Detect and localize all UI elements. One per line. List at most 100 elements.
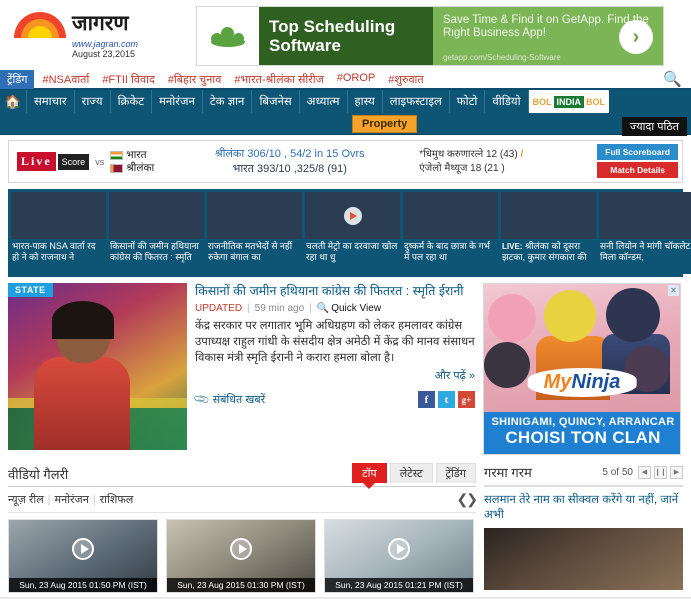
hot-news-title: गरमा गरम — [484, 465, 532, 480]
lead-figure — [34, 301, 130, 450]
trending-item[interactable]: #बिहार चुनाव — [168, 72, 222, 87]
play-icon[interactable] — [343, 206, 362, 225]
main-navigation: 🏠 समाचार राज्य क्रिकेट मनोरंजन टेक ज्ञान… — [0, 90, 691, 113]
trending-item[interactable]: #FTII विवाद — [102, 72, 155, 87]
trending-item[interactable]: #शुरुवात — [388, 72, 423, 87]
paperclip-icon: 📎 — [193, 391, 212, 409]
page-root: जागरण www.jagran.com August 23,2015 Top … — [0, 0, 691, 599]
lead-article: किसानों की जमीन हथियाना कांग्रेस की फितर… — [193, 283, 475, 455]
nav-item-tech[interactable]: टेक ज्ञान — [201, 90, 252, 113]
article-title[interactable]: किसानों की जमीन हथियाना कांग्रेस की फितर… — [195, 283, 475, 299]
bol-india-bol-logo[interactable]: BOL INDIA BOL — [527, 90, 610, 113]
nav-item-lifestyle[interactable]: लाइफस्टाइल — [381, 90, 449, 113]
trending-item[interactable]: #NSAवार्ता — [42, 72, 89, 87]
ad-body-block: Save Time & Find it on GetApp. Find the … — [433, 7, 663, 65]
news-thumbnail[interactable]: चलती मेट्रो का दरवाजा खोल रहा था धु — [305, 192, 400, 274]
video-gallery-subnav: न्यूज़ रील | मनोरंजन | राशिफल ❮❯ — [8, 487, 478, 513]
trending-item[interactable]: #OROP — [337, 72, 376, 87]
nav-item-adhyatm[interactable]: अध्यात्म — [298, 90, 347, 113]
news-thumbnail[interactable]: दुष्कर्म के बाद छात्रा के गर्भ में पल रह… — [403, 192, 498, 274]
play-icon[interactable] — [230, 537, 252, 560]
batsman-2: एंजेलो मैथ्यूज 18 (21 ) — [419, 162, 505, 174]
nav-item-samachar[interactable]: समाचार — [26, 90, 74, 113]
play-icon[interactable] — [72, 537, 94, 560]
google-plus-icon[interactable]: g+ — [458, 391, 475, 408]
thumbnail-caption: चलती मेट्रो का दरवाजा खोल रहा था धु — [306, 241, 398, 262]
tab-top[interactable]: टॉप — [352, 463, 387, 483]
chevron-right-icon[interactable]: ❯ — [466, 491, 478, 507]
team-2-name: श्रीलंका — [126, 161, 155, 174]
thumbnail-image — [501, 192, 596, 239]
meta-separator: | — [309, 303, 312, 314]
india-flag-icon — [110, 150, 124, 160]
team-1-name: भारत — [126, 148, 147, 161]
property-button[interactable]: Property — [352, 115, 418, 133]
trending-item[interactable]: #भारत-श्रीलंका सीरीज — [234, 72, 323, 87]
news-thumbnail[interactable]: LIVE: श्रीलंका को दूसरा झटका, कुमार संगक… — [501, 192, 596, 274]
next-icon[interactable]: ▶ — [670, 465, 683, 479]
play-icon[interactable] — [388, 537, 410, 560]
score-label: Score — [57, 153, 90, 170]
subnav-rashifal[interactable]: राशिफल — [100, 494, 134, 506]
nav-item-hasya[interactable]: हास्य — [346, 90, 382, 113]
bottom-row: वीडियो गैलरी टॉप लेटेस्ट ट्रेंडिंग न्यूज… — [8, 463, 683, 593]
nav-item-cricket[interactable]: क्रिकेट — [109, 90, 151, 113]
news-thumbnail[interactable]: राजनीतिक मतभेदों से नहीं रुकेगा बंगाल का — [207, 192, 302, 274]
nav-item-business[interactable]: बिजनेस — [251, 90, 298, 113]
video-card[interactable]: Sun, 23 Aug 2015 01:21 PM (IST) — [324, 519, 474, 593]
jagran-sunburst-icon — [14, 8, 66, 38]
nav-item-manoranjan[interactable]: मनोरंजन — [151, 90, 202, 113]
match-details-button[interactable]: Match Details — [597, 162, 678, 178]
news-thumbnail[interactable]: सनी लियोन ने मांगी चॉकलेट, मिला कॉन्डम, — [599, 192, 691, 274]
thumbnail-caption: दुष्कर्म के बाद छात्रा के गर्भ में पल रह… — [404, 241, 490, 262]
score-summary: श्रीलंका 306/10 , 54/2 in 15 Ovrs भारत 3… — [172, 147, 407, 177]
brand-my: My — [543, 371, 572, 393]
teams-block: भारत श्रीलंका — [110, 149, 154, 175]
subnav-manoranjan[interactable]: मनोरंजन — [55, 494, 89, 506]
news-thumbnail[interactable]: भारत-पाक NSA वार्ता रद हो ने को राजनाथ न… — [11, 192, 106, 274]
nav-item-photo[interactable]: फोटो — [448, 90, 485, 113]
hot-news-image[interactable] — [484, 528, 683, 590]
site-header: जागरण www.jagran.com August 23,2015 Top … — [0, 0, 691, 70]
thumbnail-caption: किसानों की जमीन हथियाना कांग्रेस की फितर… — [110, 241, 199, 262]
sidebar-banner-ad[interactable]: ✕ MyNinja SHINIGAMI, QUINCY, ARRANCAR CH… — [483, 283, 681, 455]
top-banner-ad[interactable]: Top Scheduling Software Save Time & Find… — [196, 6, 664, 66]
subnav-news-reel[interactable]: न्यूज़ रील — [8, 494, 44, 506]
thumbnail-caption: सनी लियोन ने मांगी चॉकलेट, मिला कॉन्डम, — [600, 241, 691, 262]
nav-item-video[interactable]: वीडियो — [484, 90, 527, 113]
quick-view-button[interactable]: 🔍 Quick View — [317, 303, 381, 314]
news-thumbnail[interactable]: किसानों की जमीन हथियाना कांग्रेस की फितर… — [109, 192, 204, 274]
ad-close-icon[interactable]: ✕ — [668, 285, 679, 296]
related-news-link[interactable]: 📎 संबंधित खबरें — [193, 391, 265, 409]
trending-label: ट्रेंडिंग — [0, 69, 35, 89]
ad-arrow-icon[interactable]: › — [619, 20, 653, 54]
batsmen-block: *धिमुथ करुणारत्ने 12 (43) / एंजेलो मैथ्य… — [419, 148, 599, 176]
chevron-left-icon[interactable]: ❮ — [457, 491, 469, 507]
facebook-icon[interactable]: f — [418, 391, 435, 408]
myninja-logo: MyNinja — [527, 368, 637, 397]
trending-items: #NSAवार्ता #FTII विवाद #बिहार चुनाव #भार… — [42, 72, 423, 87]
nav-item-rajya[interactable]: राज्य — [73, 90, 110, 113]
search-icon[interactable]: 🔍 — [663, 70, 682, 88]
video-card[interactable]: Sun, 23 Aug 2015 01:50 PM (IST) — [8, 519, 158, 593]
full-scoreboard-button[interactable]: Full Scoreboard — [597, 144, 678, 160]
site-logo[interactable]: जागरण www.jagran.com August 23,2015 — [0, 4, 196, 59]
lead-story-image[interactable]: STATE — [8, 283, 187, 450]
tab-trending[interactable]: ट्रेंडिंग — [435, 463, 476, 483]
prev-icon[interactable]: ◀ — [638, 465, 651, 479]
twitter-icon[interactable]: t — [438, 391, 455, 408]
ad-caption-line-1: SHINIGAMI, QUINCY, ARRANCAR — [491, 416, 675, 428]
site-url: www.jagran.com — [72, 39, 139, 49]
most-read-button[interactable]: ज्यादा पठित — [621, 117, 687, 136]
trending-bar: ट्रेंडिंग #NSAवार्ता #FTII विवाद #बिहार … — [0, 69, 691, 90]
hot-news-headline[interactable]: सलमान तेरे नाम का सीक्वल करेंगे या नहीं,… — [484, 493, 683, 523]
thumbnail-caption: राजनीतिक मतभेदों से नहीं रुकेगा बंगाल का — [208, 241, 293, 262]
thumbnail-caption: भारत-पाक NSA वार्ता रद हो ने को राजनाथ न… — [12, 241, 96, 262]
tab-latest[interactable]: लेटेस्ट — [389, 463, 433, 483]
video-card[interactable]: Sun, 23 Aug 2015 01:30 PM (IST) — [166, 519, 316, 593]
social-share-group: f t g+ — [418, 391, 475, 408]
home-icon[interactable]: 🏠 — [0, 90, 26, 113]
updated-label: UPDATED — [195, 303, 243, 314]
pause-icon[interactable]: ❙❙ — [654, 465, 667, 479]
read-more-link[interactable]: और पढ़ें » — [195, 368, 475, 383]
